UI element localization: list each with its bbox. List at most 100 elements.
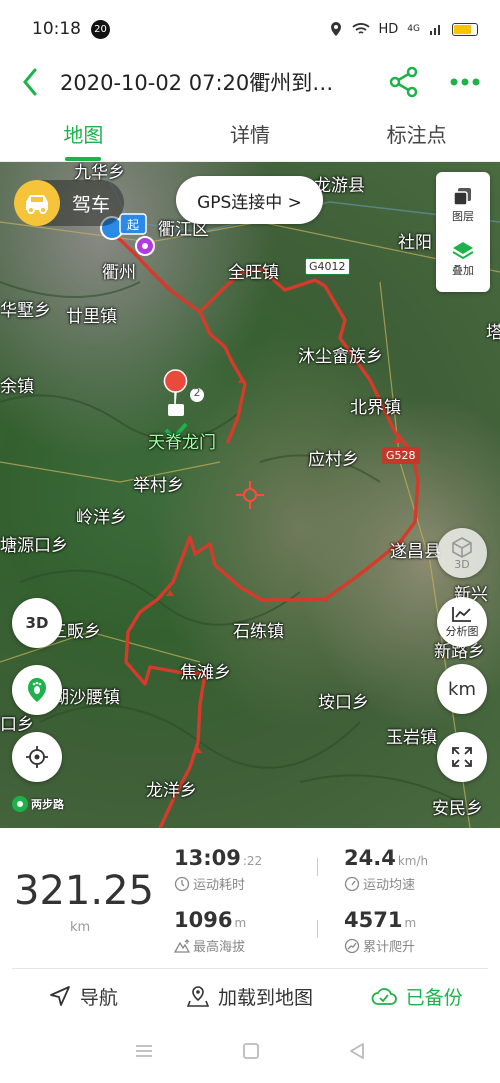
divider [317, 920, 318, 938]
notification-badge: 20 [91, 19, 110, 39]
menu-nav-icon[interactable] [134, 1043, 154, 1063]
layers-icon [453, 188, 471, 206]
max-alt-value: 1096 [174, 908, 233, 932]
speedometer-icon [344, 876, 360, 891]
tab-markers[interactable]: 标注点 [333, 108, 500, 161]
place-label: 玉岩镇 [386, 728, 437, 748]
place-label: 沐尘畲族乡 [298, 347, 383, 367]
back-button[interactable] [0, 68, 60, 96]
speed-label: 运动均速 [363, 878, 416, 893]
locate-button[interactable] [12, 732, 62, 782]
map-layer-panel: 图层 叠加 [436, 172, 490, 292]
max-alt-label: 最高海拔 [193, 940, 246, 955]
place-label: 湖沙腰镇 [52, 688, 120, 708]
expand-icon [452, 747, 472, 767]
crosshair-icon [26, 746, 48, 768]
system-nav-bar [0, 1022, 500, 1083]
tab-bar: 地图 详情 标注点 [0, 108, 500, 162]
distance-value: 321.25 [14, 868, 154, 914]
place-label: 举村乡 [133, 476, 184, 496]
overlay-button[interactable]: 叠加 [451, 240, 475, 278]
climb-stat: 4571 m 累计爬升 [344, 908, 416, 955]
climb-icon [344, 938, 360, 953]
load-to-map-button[interactable]: 加载到地图 [167, 983, 334, 1010]
battery-icon [452, 22, 478, 36]
layers-button[interactable]: 图层 [452, 186, 474, 224]
app-header: 2020-10-02 07:20衢州到… [0, 58, 500, 106]
footprint-button[interactable] [12, 665, 62, 715]
place-label: 龙洋乡 [146, 781, 197, 801]
timer-icon [174, 876, 190, 891]
3d-label: 3D [454, 557, 470, 571]
status-bar: 10:18 20 HD 4G [0, 0, 500, 58]
status-icons: HD 4G [329, 21, 478, 37]
tab-details[interactable]: 详情 [167, 108, 334, 161]
gps-status-button[interactable]: GPS连接中 > [176, 176, 323, 224]
place-label: 遂昌县 [390, 542, 441, 562]
photo-count-badge: 2 [193, 386, 201, 399]
duration-seconds: :22 [242, 854, 263, 868]
logo-icon [12, 796, 28, 812]
duration-label: 运动耗时 [193, 878, 246, 893]
place-label: 全旺镇 [228, 263, 279, 283]
drive-button[interactable]: 驾车 [14, 180, 125, 226]
backed-up-button[interactable]: 已备份 [333, 983, 500, 1010]
unit-km-button[interactable]: km [437, 664, 487, 714]
3d-mode-button[interactable]: 3D [12, 598, 62, 648]
speed-stat: 24.4 km/h 运动均速 [344, 846, 428, 893]
climb-unit: m [404, 916, 417, 930]
analysis-label: 分析图 [445, 625, 479, 638]
mountain-icon [174, 938, 190, 953]
map-view[interactable]: 起 九华乡 龙游县 衢江区 衢州 全旺镇 社阳 华墅乡 廿里镇 沐尘畲族乡 塔 … [0, 162, 500, 828]
footprint-icon [28, 678, 46, 702]
signal-icon [430, 25, 440, 35]
car-icon [14, 180, 60, 226]
layers-label: 图层 [452, 210, 474, 223]
road-badge: G528 [382, 447, 420, 464]
action-bar: 导航 加载到地图 已备份 [0, 970, 500, 1022]
place-label: 焦滩乡 [180, 663, 231, 683]
place-label: 余镇 [0, 377, 34, 397]
km-label: km [448, 678, 476, 700]
place-label: 塔 [486, 323, 500, 343]
overlay-label: 叠加 [452, 264, 474, 277]
divider [12, 968, 488, 969]
place-label: 社阳 [398, 233, 432, 253]
cloud-check-icon [371, 988, 397, 1005]
home-nav-icon[interactable] [242, 1042, 260, 1064]
share-icon[interactable] [388, 66, 420, 98]
speed-value: 24.4 [344, 846, 396, 870]
map-pin-icon [187, 986, 209, 1007]
place-label: 天脊龙门 [148, 433, 216, 453]
place-label: 衢州 [102, 263, 136, 283]
navigate-label: 导航 [79, 986, 118, 1009]
navigation-arrow-icon [49, 986, 70, 1006]
drive-label: 驾车 [72, 193, 111, 216]
location-icon [330, 22, 341, 36]
distance-unit: km [70, 920, 91, 935]
place-label: 北界镇 [350, 398, 401, 418]
climb-value: 4571 [344, 908, 403, 932]
cube-icon [452, 536, 472, 558]
chart-line-icon [452, 607, 471, 622]
app-logo: 两步路 [12, 796, 64, 812]
duration-stat: 13:09:22 运动耗时 [174, 846, 262, 893]
back-nav-icon[interactable] [348, 1042, 366, 1064]
more-icon[interactable] [450, 78, 480, 86]
logo-text: 两步路 [31, 798, 64, 811]
backed-up-label: 已备份 [405, 986, 463, 1009]
network-label: HD [378, 21, 399, 37]
3d-view-button[interactable]: 3D [437, 528, 487, 578]
navigate-button[interactable]: 导航 [0, 983, 167, 1010]
3d-mode-label: 3D [25, 614, 49, 632]
place-label: 塘源口乡 [0, 536, 68, 556]
tab-map[interactable]: 地图 [0, 108, 167, 161]
analysis-chart-button[interactable]: 分析图 [437, 597, 487, 647]
track-stats: 321.25 km 13:09:22 运动耗时 24.4 km/h 运动均速 10… [0, 828, 500, 968]
fullscreen-button[interactable] [437, 732, 487, 782]
overlay-icon [452, 242, 474, 260]
max-altitude-stat: 1096 m 最高海拔 [174, 908, 246, 955]
divider [317, 858, 318, 876]
speed-unit: km/h [397, 854, 429, 868]
back-arrow-icon [23, 68, 37, 96]
